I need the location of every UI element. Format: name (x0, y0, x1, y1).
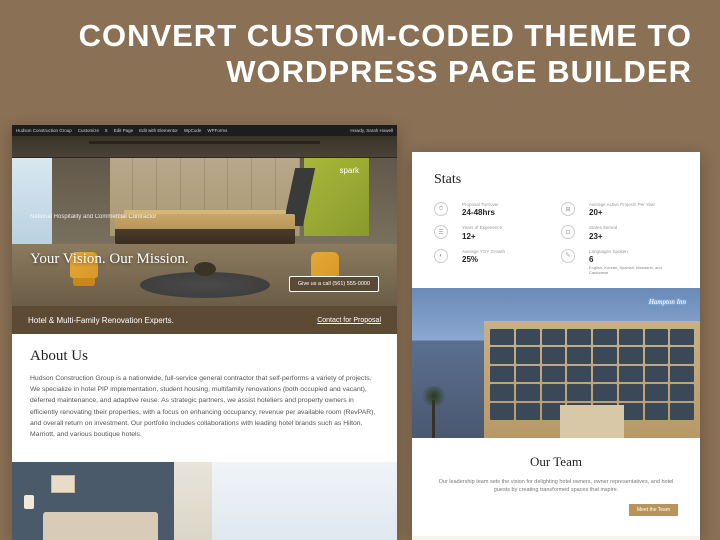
stat-languages: Languages Spoken 6 English, Korean, Span… (589, 249, 678, 276)
team-body: Our leadership team sets the vision for … (434, 478, 678, 495)
hero-table (194, 262, 216, 276)
years-icon: ☰ (434, 225, 448, 239)
headline-line1: CONVERT CUSTOM-CODED THEME TO (79, 18, 692, 54)
adminbar-customize[interactable]: Customize (78, 128, 99, 133)
adminbar-elementor[interactable]: Edit with Elementor (139, 128, 178, 133)
stats-heading: Stats (434, 172, 678, 188)
adminbar-editpage[interactable]: Edit Page (114, 128, 134, 133)
stats-grid: ⏱ Proposal Turnover 24-48hrs ⊞ Average A… (434, 202, 678, 276)
hero-cta-button[interactable]: Give us a call (561) 555-0000 (289, 276, 379, 292)
meet-team-button[interactable]: Meet the Team (629, 504, 678, 516)
clock-icon: ⏱ (434, 202, 448, 216)
states-icon: ⊡ (561, 225, 575, 239)
hero-subtitle: National Hospitality and Commercial Cont… (30, 214, 156, 220)
hero-section: spark National Hospitality and Commercia… (12, 136, 397, 306)
stat-proposal: Proposal Turnover 24-48hrs (462, 202, 551, 217)
adminbar-wpforms[interactable]: WPForms (207, 128, 227, 133)
adminbar-updates[interactable]: 5 (105, 128, 108, 133)
headline-line2: WORDPRESS PAGE BUILDER (79, 54, 692, 90)
bottom-room-image (412, 536, 700, 540)
tagline-bar: Hotel & Multi-Family Renovation Experts.… (12, 306, 397, 334)
hotel-exterior-image: Hampton Inn (412, 288, 700, 438)
hero-title: Your Vision. Our Mission. (30, 251, 189, 268)
stats-section: Stats ⏱ Proposal Turnover 24-48hrs ⊞ Ave… (412, 152, 700, 288)
adminbar-site[interactable]: Hudson Construction Group (16, 128, 72, 133)
about-body: Hudson Construction Group is a nationwid… (30, 373, 379, 440)
spark-logo: spark (339, 166, 359, 175)
wp-admin-bar[interactable]: Hudson Construction Group Customize 5 Ed… (12, 125, 397, 136)
hotel-building (484, 321, 700, 438)
stat-years: Years of Experience 12+ (462, 225, 551, 240)
team-section: Our Team Our leadership team sets the vi… (412, 438, 700, 533)
tagline-text: Hotel & Multi-Family Renovation Experts. (28, 316, 174, 325)
preview-card-left: Hudson Construction Group Customize 5 Ed… (12, 125, 397, 540)
hero-ceiling (12, 136, 397, 158)
stat-projects: Average Active Projects Per Year 20+ (589, 202, 678, 217)
adminbar-wpcode[interactable]: WpCode (184, 128, 202, 133)
team-heading: Our Team (434, 454, 678, 470)
contact-proposal-link[interactable]: Contact for Proposal (317, 317, 381, 324)
hero-accent-wall (304, 158, 369, 236)
hotel-sign: Hampton Inn (649, 298, 686, 306)
promo-headline: CONVERT CUSTOM-CODED THEME TO WORDPRESS … (79, 18, 692, 89)
stat-states: States Served 23+ (589, 225, 678, 240)
preview-card-right: Stats ⏱ Proposal Turnover 24-48hrs ⊞ Ave… (412, 152, 700, 540)
about-section: About Us Hudson Construction Group is a … (12, 334, 397, 454)
adminbar-howdy[interactable]: Howdy, Sarah Howell (350, 128, 393, 133)
language-icon: ✎ (561, 249, 575, 263)
palm-tree (420, 378, 448, 438)
bedroom-image (12, 462, 397, 540)
stat-growth: Average YOY Growth 25% (462, 249, 551, 276)
growth-icon: ◐ (434, 249, 448, 263)
hero-window (12, 158, 52, 248)
hero-chair-right (311, 252, 339, 278)
about-heading: About Us (30, 348, 379, 365)
projects-icon: ⊞ (561, 202, 575, 216)
